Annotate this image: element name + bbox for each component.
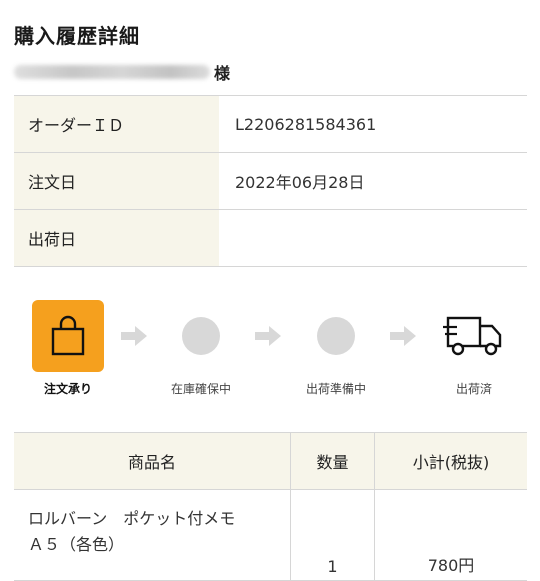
ship-date-row: 出荷日 <box>14 210 527 267</box>
items-table-header: 商品名 数量 小計(税抜) <box>14 433 527 490</box>
blurred-customer-name <box>14 65 210 79</box>
product-name-line1: ロルバーン ポケット付メモ <box>28 509 236 528</box>
step-shipped: 出荷済 <box>419 300 529 397</box>
shopping-bag-icon <box>32 300 104 372</box>
header-subtotal: 小計(税抜) <box>412 453 490 472</box>
product-name-line2: Ａ５（各色） <box>28 535 125 554</box>
ship-date-label: 出荷日 <box>14 210 219 266</box>
delivery-truck-icon <box>443 316 502 356</box>
arrow-right-icon <box>121 326 147 346</box>
arrow-right-icon <box>390 326 416 346</box>
page-title: 購入履歴詳細 <box>14 24 140 48</box>
arrow-right-icon <box>255 326 281 346</box>
customer-suffix: 様 <box>214 64 231 83</box>
step-label: 注文承り <box>43 382 92 396</box>
header-quantity: 数量 <box>291 433 375 489</box>
product-quantity: 1 <box>291 490 375 580</box>
order-id-value: L2206281584361 <box>235 114 377 134</box>
step-order-received: 注文承り <box>13 300 123 397</box>
order-progress: 注文承り 在庫確保中 出荷準備中 出荷済 <box>14 300 527 410</box>
order-date-row: 注文日 2022年06月28日 <box>14 153 527 210</box>
product-subtotal: 780円 <box>427 556 475 575</box>
order-id-row: オーダーＩＤ L2206281584361 <box>14 96 527 153</box>
ship-date-value <box>219 210 527 266</box>
header-product-name: 商品名 <box>14 433 291 489</box>
step-stock-reserving: 在庫確保中 <box>146 300 256 397</box>
step-label: 出荷済 <box>455 382 492 396</box>
order-info-table: オーダーＩＤ L2206281584361 注文日 2022年06月28日 出荷… <box>14 95 527 267</box>
product-name: ロルバーン ポケット付メモ Ａ５（各色） <box>14 490 291 580</box>
step-preparing-shipment: 出荷準備中 <box>281 300 391 397</box>
order-date-label: 注文日 <box>14 153 219 209</box>
customer-name: 様 <box>14 62 231 83</box>
circle-icon <box>317 317 355 355</box>
step-label: 在庫確保中 <box>170 382 231 396</box>
order-date-value: 2022年06月28日 <box>235 173 365 192</box>
circle-icon <box>182 317 220 355</box>
step-label: 出荷準備中 <box>305 382 366 396</box>
order-id-label: オーダーＩＤ <box>14 96 219 152</box>
table-row: ロルバーン ポケット付メモ Ａ５（各色） 1 780円 <box>14 490 527 581</box>
